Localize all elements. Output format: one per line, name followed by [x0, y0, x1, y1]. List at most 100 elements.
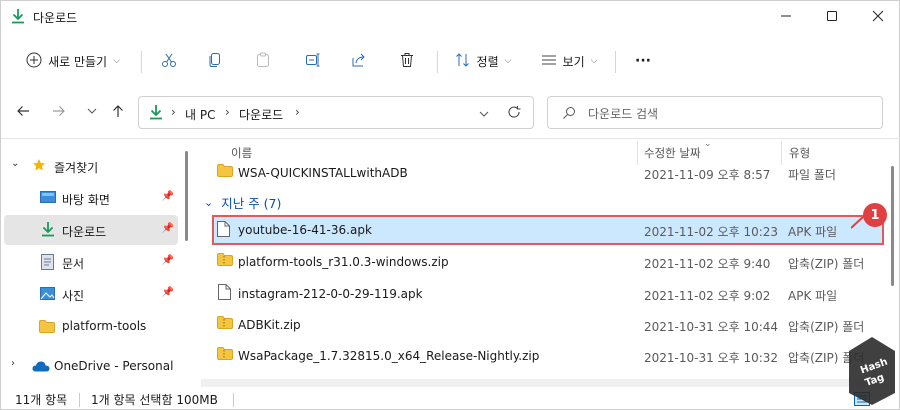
- file-type: APK 파일: [788, 225, 838, 239]
- toolbar-divider: [141, 51, 142, 73]
- download-icon: [11, 8, 25, 27]
- sidebar-item-label: OneDrive - Personal: [54, 359, 174, 373]
- up-button[interactable]: [105, 99, 131, 125]
- cut-icon: [161, 52, 177, 71]
- minimize-icon: [780, 10, 792, 25]
- zip-folder-icon: [217, 316, 233, 332]
- explorer-window: 다운로드 새로 만들기 ⌵ 정렬 ⌵ 보기 ⌵ ··· › 내 PC › 다운로…: [0, 0, 900, 410]
- delete-icon: [399, 52, 415, 71]
- sidebar-item-documents[interactable]: 문서 📌: [4, 247, 178, 277]
- paste-button[interactable]: [247, 45, 279, 77]
- sidebar-item-label: 사진: [62, 289, 85, 303]
- file-name: WsaPackage_1.7.32815.0_x64_Release-Night…: [238, 349, 540, 363]
- chevron-down-icon: ⌄: [11, 158, 20, 169]
- search-icon: [562, 106, 576, 123]
- chevron-down-icon: ⌵: [504, 56, 512, 66]
- close-button[interactable]: [855, 1, 900, 33]
- pin-icon: 📌: [161, 287, 174, 298]
- table-row[interactable]: WsaPackage_1.7.32815.0_x64_Release-Night…: [212, 341, 884, 371]
- search-input[interactable]: 다운로드 검색: [588, 105, 658, 122]
- file-date: 2021-11-02 오후 9:40: [644, 257, 771, 271]
- paste-icon: [255, 52, 271, 71]
- chevron-right-icon: ›: [295, 105, 300, 119]
- file-name: youtube-16-41-36.apk: [238, 223, 372, 237]
- chevron-right-icon: ›: [11, 358, 15, 369]
- sidebar-scrollbar[interactable]: [185, 151, 188, 241]
- chevron-right-icon: ›: [171, 105, 176, 119]
- title-bar: 다운로드: [1, 1, 900, 33]
- address-bar[interactable]: › 내 PC › 다운로드 ›: [138, 96, 534, 129]
- toolbar-divider: [437, 51, 438, 73]
- horizontal-scrollbar[interactable]: [201, 379, 887, 387]
- star-icon: [32, 158, 46, 175]
- view-label: 보기: [562, 54, 585, 69]
- sort-label: 정렬: [476, 54, 499, 69]
- toolbar-divider: [615, 51, 616, 73]
- copy-button[interactable]: [199, 45, 231, 77]
- file-name: platform-tools_r31.0.3-windows.zip: [238, 255, 449, 269]
- group-header[interactable]: ⌄ 지난 주 (7): [204, 193, 281, 212]
- view-button[interactable]: 보기 ⌵: [533, 45, 605, 77]
- rename-icon: [305, 52, 321, 71]
- arrow-right-icon: [52, 104, 66, 121]
- file-name: ADBKit.zip: [238, 318, 301, 332]
- table-row[interactable]: instagram-212-0-0-29-119.apk 2021-11-02 …: [212, 279, 884, 309]
- group-label: 지난 주 (7): [221, 196, 282, 211]
- status-divider: [79, 393, 80, 407]
- share-button[interactable]: [343, 45, 375, 77]
- file-date: 2021-11-02 오후 9:02: [644, 289, 771, 303]
- forward-button[interactable]: [46, 99, 72, 125]
- breadcrumb-my-pc[interactable]: 내 PC: [185, 106, 215, 123]
- chevron-right-icon: ›: [225, 105, 230, 119]
- file-date: 2021-10-31 오후 10:32: [644, 351, 779, 365]
- table-row[interactable]: youtube-16-41-36.apk 2021-11-02 오후 10:23…: [212, 215, 884, 245]
- file-date: 2021-10-31 오후 10:44: [644, 320, 779, 334]
- window-title: 다운로드: [33, 11, 78, 25]
- delete-button[interactable]: [391, 45, 423, 77]
- sidebar-item-label: 즐겨찾기: [54, 161, 99, 175]
- sidebar-item-onedrive[interactable]: › OneDrive - Personal: [4, 351, 178, 381]
- list-item[interactable]: WSA-QUICKINSTALLwithADB 2021-11-09 오후 8:…: [212, 158, 884, 188]
- back-button[interactable]: [10, 99, 36, 125]
- status-divider: [233, 393, 234, 407]
- pin-icon: 📌: [161, 223, 174, 234]
- folder-icon: [217, 164, 233, 180]
- chevron-down-icon: [87, 105, 97, 119]
- arrow-left-icon: [16, 104, 30, 121]
- pin-icon: 📌: [161, 255, 174, 266]
- file-type: 파일 폴더: [788, 168, 836, 182]
- sidebar-item-label: platform-tools: [62, 319, 147, 333]
- new-button[interactable]: 새로 만들기 ⌵: [15, 45, 131, 77]
- more-button[interactable]: ···: [627, 45, 659, 77]
- list-scrollbar[interactable]: [891, 166, 894, 286]
- close-icon: [872, 10, 884, 25]
- sidebar-item-desktop[interactable]: 바탕 화면 📌: [4, 183, 178, 213]
- table-row[interactable]: platform-tools_r31.0.3-windows.zip 2021-…: [212, 247, 884, 277]
- sort-button[interactable]: 정렬 ⌵: [447, 45, 519, 77]
- hashtag-watermark-logo: Hash Tag: [847, 335, 897, 407]
- view-list-icon: [541, 52, 557, 71]
- sidebar-item-pictures[interactable]: 사진 📌: [4, 279, 178, 309]
- table-row[interactable]: ADBKit.zip 2021-10-31 오후 10:44 압축(ZIP) 폴…: [212, 310, 884, 340]
- sort-icon: [455, 52, 471, 71]
- selection-info: 1개 항목 선택함 100MB: [91, 393, 218, 407]
- refresh-icon[interactable]: [507, 105, 521, 122]
- plus-icon: [26, 52, 42, 71]
- pictures-icon: [40, 287, 55, 303]
- minimize-button[interactable]: [763, 1, 809, 33]
- sidebar-item-downloads[interactable]: 다운로드 📌: [4, 215, 178, 245]
- sidebar-item-platform-tools[interactable]: platform-tools: [4, 311, 178, 341]
- file-type: 압축(ZIP) 폴더: [788, 257, 865, 271]
- cut-button[interactable]: [153, 45, 185, 77]
- search-box[interactable]: 다운로드 검색: [547, 96, 883, 129]
- folder-icon: [39, 320, 55, 336]
- rename-button[interactable]: [297, 45, 329, 77]
- file-icon: [218, 284, 231, 303]
- sidebar-item-quick-access[interactable]: ⌄ 즐겨찾기: [4, 151, 178, 181]
- recent-dropdown[interactable]: [79, 99, 105, 125]
- sort-chevron-icon: ⌄: [704, 139, 712, 149]
- new-label: 새로 만들기: [48, 54, 108, 69]
- maximize-button[interactable]: [809, 1, 855, 33]
- breadcrumb-downloads[interactable]: 다운로드: [239, 106, 283, 123]
- address-dropdown-icon[interactable]: [479, 108, 489, 122]
